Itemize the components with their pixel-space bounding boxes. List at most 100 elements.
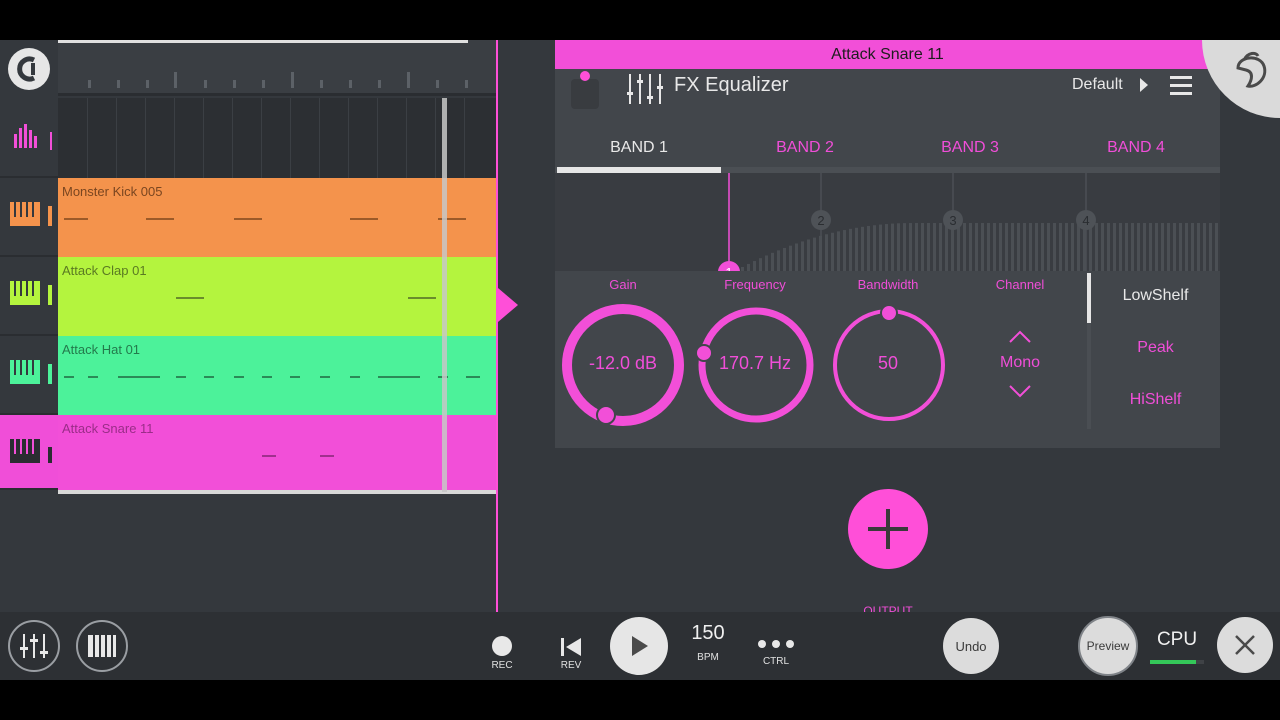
step-note[interactable] [320,455,334,457]
tab-band-2[interactable]: BAND 2 [722,126,888,170]
next-preset-icon[interactable] [1140,78,1148,92]
record-button[interactable]: REC [484,636,520,671]
filter-shape-list: LowShelf Peak HiShelf [1087,271,1220,429]
mixer-button[interactable] [8,620,60,672]
preview-button[interactable]: Preview [1078,616,1138,676]
preset-selector[interactable]: Default [1072,76,1123,94]
timeline-tick [436,80,439,88]
master-pattern-grid[interactable] [58,98,496,178]
step-note[interactable] [204,376,214,378]
undo-button[interactable]: Undo [943,618,999,674]
timeline-tick [465,80,468,88]
play-icon [632,636,648,656]
step-note[interactable] [118,376,160,378]
step-note[interactable] [234,218,262,220]
track-name: Attack Snare 11 [62,421,154,436]
step-note[interactable] [176,376,186,378]
shape-peak[interactable]: Peak [1091,323,1220,373]
eq-response-graph[interactable]: 1 2 3 4 [555,173,1220,271]
band-controls: Gain Frequency Bandwidth Channel -12.0 d… [555,271,1220,448]
track-instrument-button[interactable] [0,178,58,257]
bandwidth-value: 50 [877,353,899,373]
transport-toolbar: REC REV 150 BPM CTRL Undo Preview CPU [0,612,1280,680]
band-marker-2[interactable]: 2 [811,210,831,230]
fruit-logo-icon [1236,51,1267,88]
frequency-label: Frequency [724,277,786,292]
channel-value[interactable]: Mono [954,354,1086,372]
timeline-tick [291,72,294,88]
step-note[interactable] [262,455,276,457]
track-pattern[interactable]: Attack Snare 11 [58,415,496,490]
skip-back-icon [561,638,581,656]
close-button[interactable] [1217,617,1273,673]
step-note[interactable] [234,376,244,378]
fx-enable-knob[interactable] [571,79,599,109]
step-note[interactable] [320,376,330,378]
timeline-tick [146,80,149,88]
add-effect-button[interactable] [848,489,928,569]
step-note[interactable] [64,376,74,378]
track-row: Monster Kick 005 [0,178,496,257]
timeline-tick [204,80,207,88]
track-instrument-button[interactable] [0,336,58,415]
tab-band-3[interactable]: BAND 3 [887,126,1053,170]
reverse-button[interactable]: REV [553,636,589,671]
track-pattern[interactable]: Attack Hat 01 [58,336,496,415]
chevron-down-icon[interactable] [1008,384,1032,398]
step-note[interactable] [466,376,480,378]
step-note[interactable] [350,376,360,378]
master-track-button[interactable] [0,98,58,178]
step-note[interactable] [64,218,88,220]
track-name: Attack Clap 01 [62,263,147,278]
track-instrument-button[interactable] [0,415,58,490]
step-note[interactable] [176,297,204,299]
tab-band-1[interactable]: BAND 1 [556,126,722,170]
piano-keys-icon [10,281,52,305]
fx-channel-title: Attack Snare 11 [555,40,1220,69]
step-sequencer: Monster Kick 005 Attack Clap 01 Attack H… [0,40,498,612]
shape-hishelf[interactable]: HiShelf [1091,375,1220,425]
step-note[interactable] [262,376,272,378]
mixer-sliders-icon [20,634,48,658]
fx-equalizer-panel: Attack Snare 11 FX Equalizer Default BAN… [555,40,1220,448]
play-button[interactable] [610,617,668,675]
step-note[interactable] [378,376,420,378]
bpm-label: BPM [697,652,719,663]
eq-curve [728,173,1218,271]
piano-keys-icon [10,202,52,226]
step-note[interactable] [290,376,300,378]
channel-label: Channel [995,277,1045,292]
selected-track-arrow-icon [498,288,518,322]
timeline-tick [407,72,410,88]
step-note[interactable] [408,297,436,299]
hamburger-menu-icon[interactable] [1170,76,1192,100]
song-position-bar [58,40,468,43]
step-note[interactable] [88,376,98,378]
step-note[interactable] [350,218,378,220]
track-row: Attack Hat 01 [0,336,496,415]
timeline-tick [233,80,236,88]
ctrl-button[interactable]: CTRL [754,638,798,667]
timeline-tick [117,80,120,88]
gain-value: -12.0 dB [588,353,658,373]
tempo-value[interactable]: 150 [680,622,736,645]
timeline-tick [320,80,323,88]
track-pattern[interactable]: Attack Clap 01 [58,257,496,336]
track-pattern[interactable]: Monster Kick 005 [58,178,496,257]
band-marker-4[interactable]: 4 [1076,210,1096,230]
effect-name: FX Equalizer [674,74,789,96]
panel-divider[interactable] [496,40,498,612]
step-note[interactable] [146,218,174,220]
timeline-tick [174,72,177,88]
piano-roll-button[interactable] [76,620,128,672]
tab-band-4[interactable]: BAND 4 [1053,126,1219,170]
shape-lowshelf[interactable]: LowShelf [1091,271,1220,321]
song-timeline[interactable] [58,40,496,96]
band-marker-3[interactable]: 3 [943,210,963,230]
track-instrument-button[interactable] [0,257,58,336]
master-track-row [0,98,496,178]
timeline-tick [88,80,91,88]
playhead[interactable] [442,98,447,492]
chevron-up-icon[interactable] [1008,330,1032,344]
app-menu-button[interactable] [8,48,50,90]
